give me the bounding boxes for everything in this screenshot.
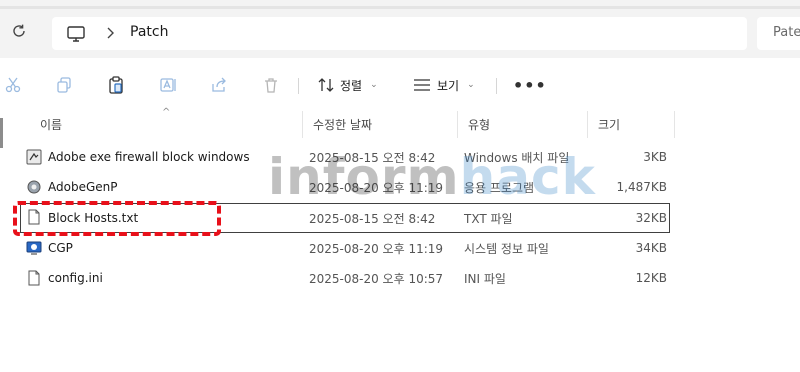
file-modified: 2025-08-15 오전 8:42 (309, 211, 436, 226)
file-size: 3KB (643, 150, 667, 164)
cut-icon[interactable] (4, 76, 22, 94)
refresh-icon[interactable] (10, 22, 28, 40)
file-row[interactable]: CGP 2025-08-20 오후 11:19 시스템 정보 파일 34KB (20, 234, 670, 264)
file-name: Adobe exe firewall block windows (48, 150, 250, 164)
column-header-type[interactable]: 유형 (457, 111, 587, 138)
file-name: AdobeGenP (48, 180, 118, 194)
file-modified: 2025-08-20 오후 11:19 (309, 241, 444, 256)
toolbar-separator (496, 78, 497, 94)
scrollbar[interactable] (0, 118, 3, 148)
file-modified: 2025-08-20 오후 11:19 (309, 180, 444, 195)
column-header-name[interactable]: 이름 (30, 111, 302, 138)
column-header-size[interactable]: 크기 (587, 111, 675, 138)
address-bar-area: Patch Pate (0, 0, 800, 58)
file-row[interactable]: config.ini 2025-08-20 오후 10:57 INI 파일 12… (20, 264, 670, 294)
search-box[interactable]: Pate (757, 17, 800, 50)
this-pc-icon[interactable] (66, 24, 86, 44)
sort-icon (318, 78, 334, 92)
view-list-icon (414, 79, 430, 91)
batch-file-icon (26, 149, 42, 165)
search-placeholder: Pate (773, 25, 800, 40)
command-bar: 정렬 ⌄ 보기 ⌄ ••• (0, 58, 800, 111)
file-type: INI 파일 (464, 271, 506, 286)
copy-icon[interactable] (55, 76, 73, 94)
address-bar[interactable]: Patch (52, 17, 747, 50)
column-header-modified[interactable]: 수정한 날짜 (302, 111, 457, 138)
file-modified: 2025-08-15 오전 8:42 (309, 150, 436, 165)
application-icon (27, 180, 41, 194)
file-name: CGP (48, 241, 73, 255)
column-header-row: ^ 이름 수정한 날짜 유형 크기 (0, 107, 800, 138)
window-top-edge (0, 6, 800, 9)
file-name: config.ini (48, 271, 103, 285)
file-type: TXT 파일 (464, 211, 513, 226)
ini-file-icon (28, 270, 40, 286)
view-button[interactable]: 보기 ⌄ (413, 72, 475, 98)
file-type: 응용 프로그램 (464, 180, 535, 195)
file-size: 32KB (635, 211, 667, 225)
paste-icon[interactable] (107, 76, 125, 94)
file-size: 34KB (635, 241, 667, 255)
sort-button[interactable]: 정렬 ⌄ (318, 72, 378, 98)
file-modified: 2025-08-20 오후 10:57 (309, 271, 444, 286)
chevron-down-icon: ⌄ (467, 80, 475, 90)
file-type: 시스템 정보 파일 (464, 241, 549, 256)
file-type: Windows 배치 파일 (464, 150, 570, 165)
view-label: 보기 (437, 78, 460, 93)
highlight-annotation (13, 201, 221, 236)
sort-label: 정렬 (340, 78, 363, 93)
delete-icon[interactable] (262, 76, 280, 94)
file-size: 1,487KB (616, 180, 667, 194)
rename-icon[interactable] (159, 76, 177, 94)
file-row[interactable]: AdobeGenP 2025-08-20 오후 11:19 응용 프로그램 1,… (20, 173, 670, 203)
share-icon[interactable] (210, 76, 228, 94)
file-row[interactable]: Adobe exe firewall block windows 2025-08… (20, 143, 670, 173)
file-size: 12KB (635, 271, 667, 285)
system-info-file-icon (26, 241, 42, 255)
toolbar-separator (298, 78, 299, 94)
breadcrumb-patch[interactable]: Patch (130, 24, 168, 40)
chevron-right-icon[interactable] (104, 25, 116, 41)
chevron-down-icon: ⌄ (370, 80, 378, 90)
more-options-button[interactable]: ••• (513, 76, 547, 95)
